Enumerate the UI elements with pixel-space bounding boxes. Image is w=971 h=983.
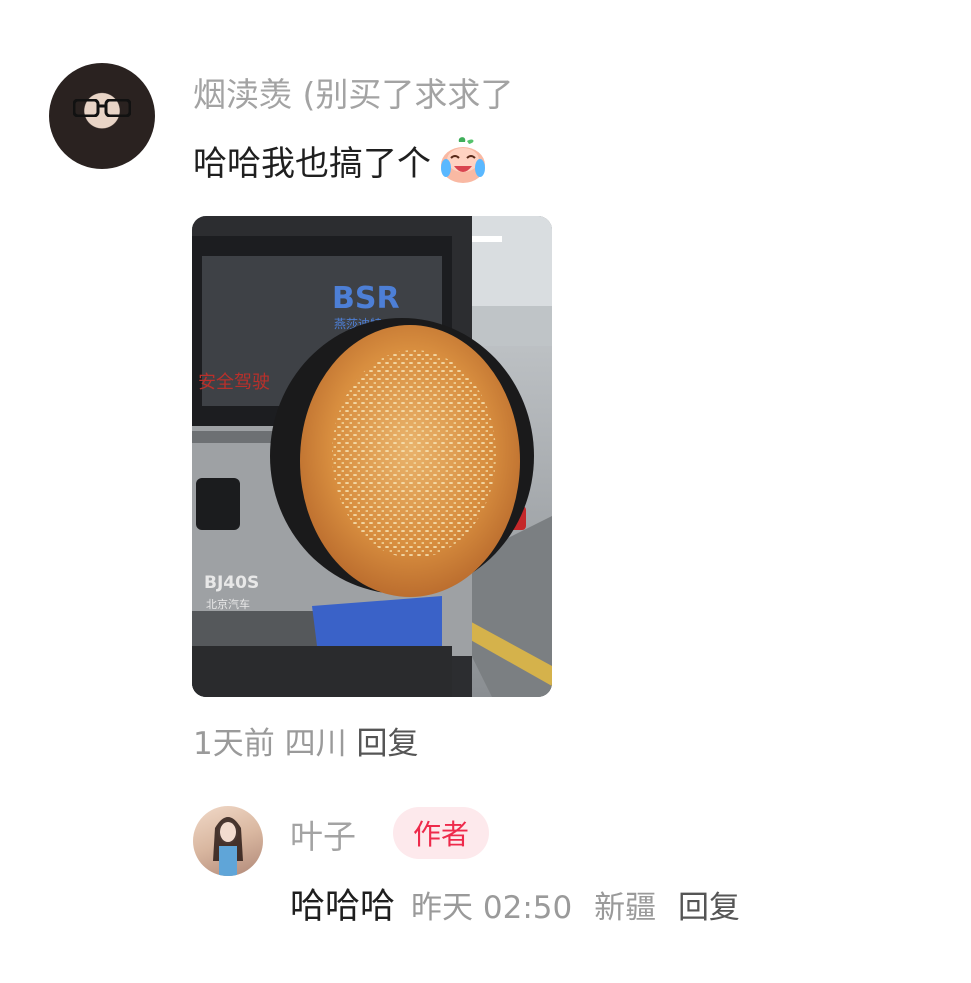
reply-author-avatar[interactable] [193, 806, 263, 876]
model-badge-text: BJ40S [204, 573, 259, 593]
reply-author-name[interactable]: 叶子 [290, 810, 356, 858]
car-spare-tire-photo: BSR 燕莎迪特 安全驾驶 BJ40S 北京汽车 [192, 216, 552, 697]
commenter-name[interactable]: 烟渎羡 (别买了求求了 [193, 68, 513, 116]
author-badge: 作者 [393, 807, 489, 859]
comment-text: 哈哈我也搞了个 [193, 143, 431, 184]
comment-location: 四川 [284, 726, 347, 762]
crying-laughing-peach-icon [441, 137, 485, 183]
glasses-icon [73, 99, 131, 117]
comment-time: 1天前 [193, 726, 275, 762]
person-portrait-icon [213, 817, 243, 876]
window-sticker-text: 安全驾驶 [198, 372, 270, 393]
reply-row: 哈哈哈 昨天 02:50 新疆 回复 [290, 878, 740, 929]
reply-time: 昨天 02:50 [411, 890, 573, 926]
comment-photo[interactable]: BSR 燕莎迪特 安全驾驶 BJ40S 北京汽车 [192, 216, 552, 697]
reply-meta: 昨天 02:50 新疆 回复 [411, 882, 740, 927]
rear-window-text: BSR [332, 281, 400, 316]
reply-location: 新疆 [594, 890, 657, 926]
reply-reply-button[interactable]: 回复 [678, 890, 740, 926]
brand-badge-text: 北京汽车 [206, 597, 250, 611]
reply-text: 哈哈哈 [290, 887, 396, 927]
comment-text-row: 哈哈我也搞了个 [193, 134, 489, 186]
comment-reply-button[interactable]: 回复 [356, 726, 418, 762]
comment-meta: 1天前 四川 回复 [193, 718, 418, 763]
commenter-avatar[interactable] [49, 63, 155, 169]
